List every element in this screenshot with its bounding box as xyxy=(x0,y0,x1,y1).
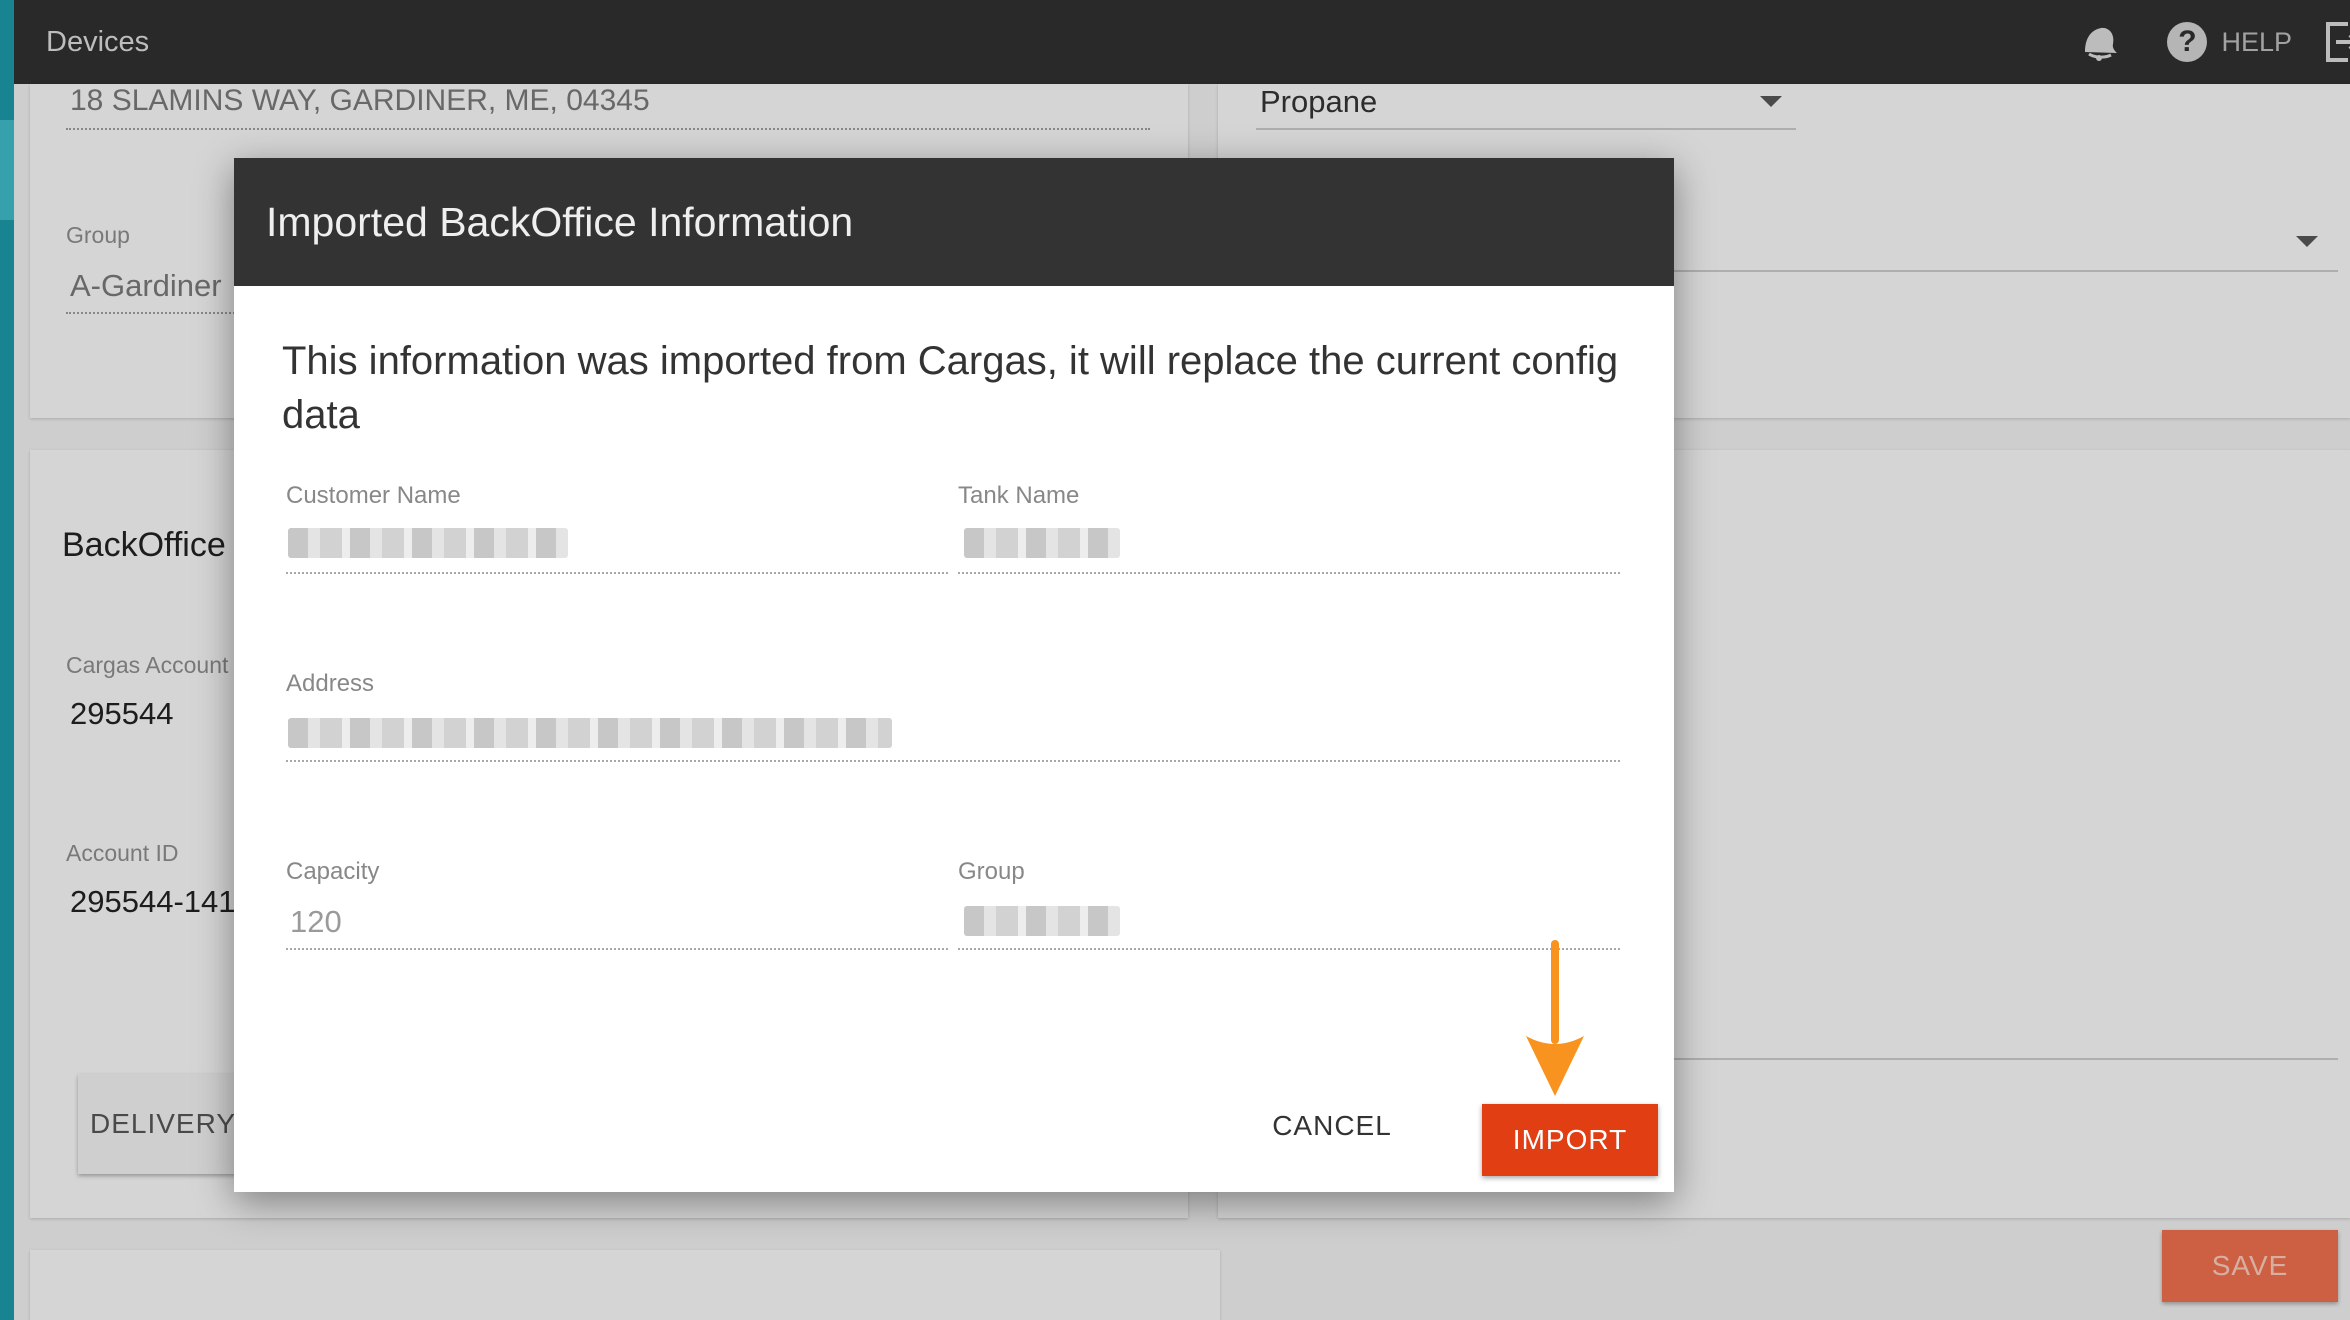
tank-name-label: Tank Name xyxy=(958,482,1080,509)
address-label: Address xyxy=(286,670,375,697)
address-underline xyxy=(286,760,1620,762)
address-value-redacted xyxy=(288,718,892,748)
dialog-header: Imported BackOffice Information xyxy=(234,158,1674,286)
tank-name-value-redacted xyxy=(964,528,1120,558)
customer-name-label: Customer Name xyxy=(286,482,461,509)
capacity-underline xyxy=(286,948,948,950)
dialog-message: This information was imported from Carga… xyxy=(282,339,1619,437)
tank-name-underline xyxy=(958,572,1620,574)
cancel-button[interactable]: CANCEL xyxy=(1262,1096,1402,1156)
capacity-label: Capacity xyxy=(286,858,380,885)
group-value-redacted xyxy=(964,906,1120,936)
customer-name-underline xyxy=(286,572,948,574)
import-dialog: Imported BackOffice Information This inf… xyxy=(234,158,1674,1192)
group-label: Group xyxy=(958,858,1025,885)
dialog-title: Imported BackOffice Information xyxy=(266,198,854,245)
customer-name-value-redacted xyxy=(288,528,568,558)
capacity-value: 120 xyxy=(290,904,342,939)
import-button[interactable]: IMPORT xyxy=(1482,1104,1658,1176)
arrow-down-icon xyxy=(1526,940,1584,1096)
